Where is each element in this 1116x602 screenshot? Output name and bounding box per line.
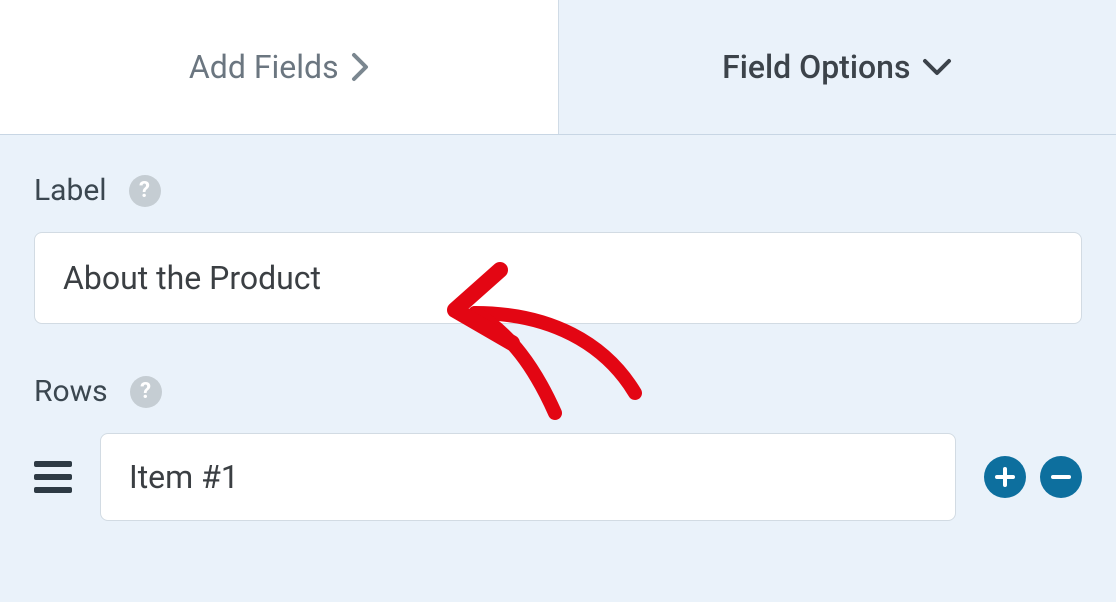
field-options-panel: Label ? Rows ? [0, 135, 1116, 521]
drag-handle-icon[interactable] [34, 457, 72, 497]
remove-row-button[interactable] [1040, 456, 1082, 498]
tab-field-options-label: Field Options [722, 48, 910, 86]
rows-title: Rows [34, 374, 108, 409]
tabs-bar: Add Fields Field Options [0, 0, 1116, 135]
plus-icon [994, 466, 1016, 488]
tab-add-fields-label: Add Fields [189, 48, 339, 86]
minus-icon [1050, 466, 1072, 488]
row-value-input[interactable] [100, 433, 956, 521]
tab-add-fields[interactable]: Add Fields [0, 0, 559, 134]
help-icon[interactable]: ? [129, 175, 161, 207]
row-actions [984, 456, 1082, 498]
label-field-group: Label ? [34, 173, 1082, 324]
label-header-row: Label ? [34, 173, 1082, 208]
label-input[interactable] [34, 232, 1082, 324]
tab-field-options[interactable]: Field Options [559, 0, 1116, 134]
add-row-button[interactable] [984, 456, 1026, 498]
chevron-right-icon [351, 52, 369, 82]
label-title: Label [34, 173, 107, 208]
row-item [34, 433, 1082, 521]
rows-field-group: Rows ? [34, 374, 1082, 521]
chevron-down-icon [922, 58, 952, 76]
help-icon[interactable]: ? [130, 376, 162, 408]
rows-header-row: Rows ? [34, 374, 1082, 409]
